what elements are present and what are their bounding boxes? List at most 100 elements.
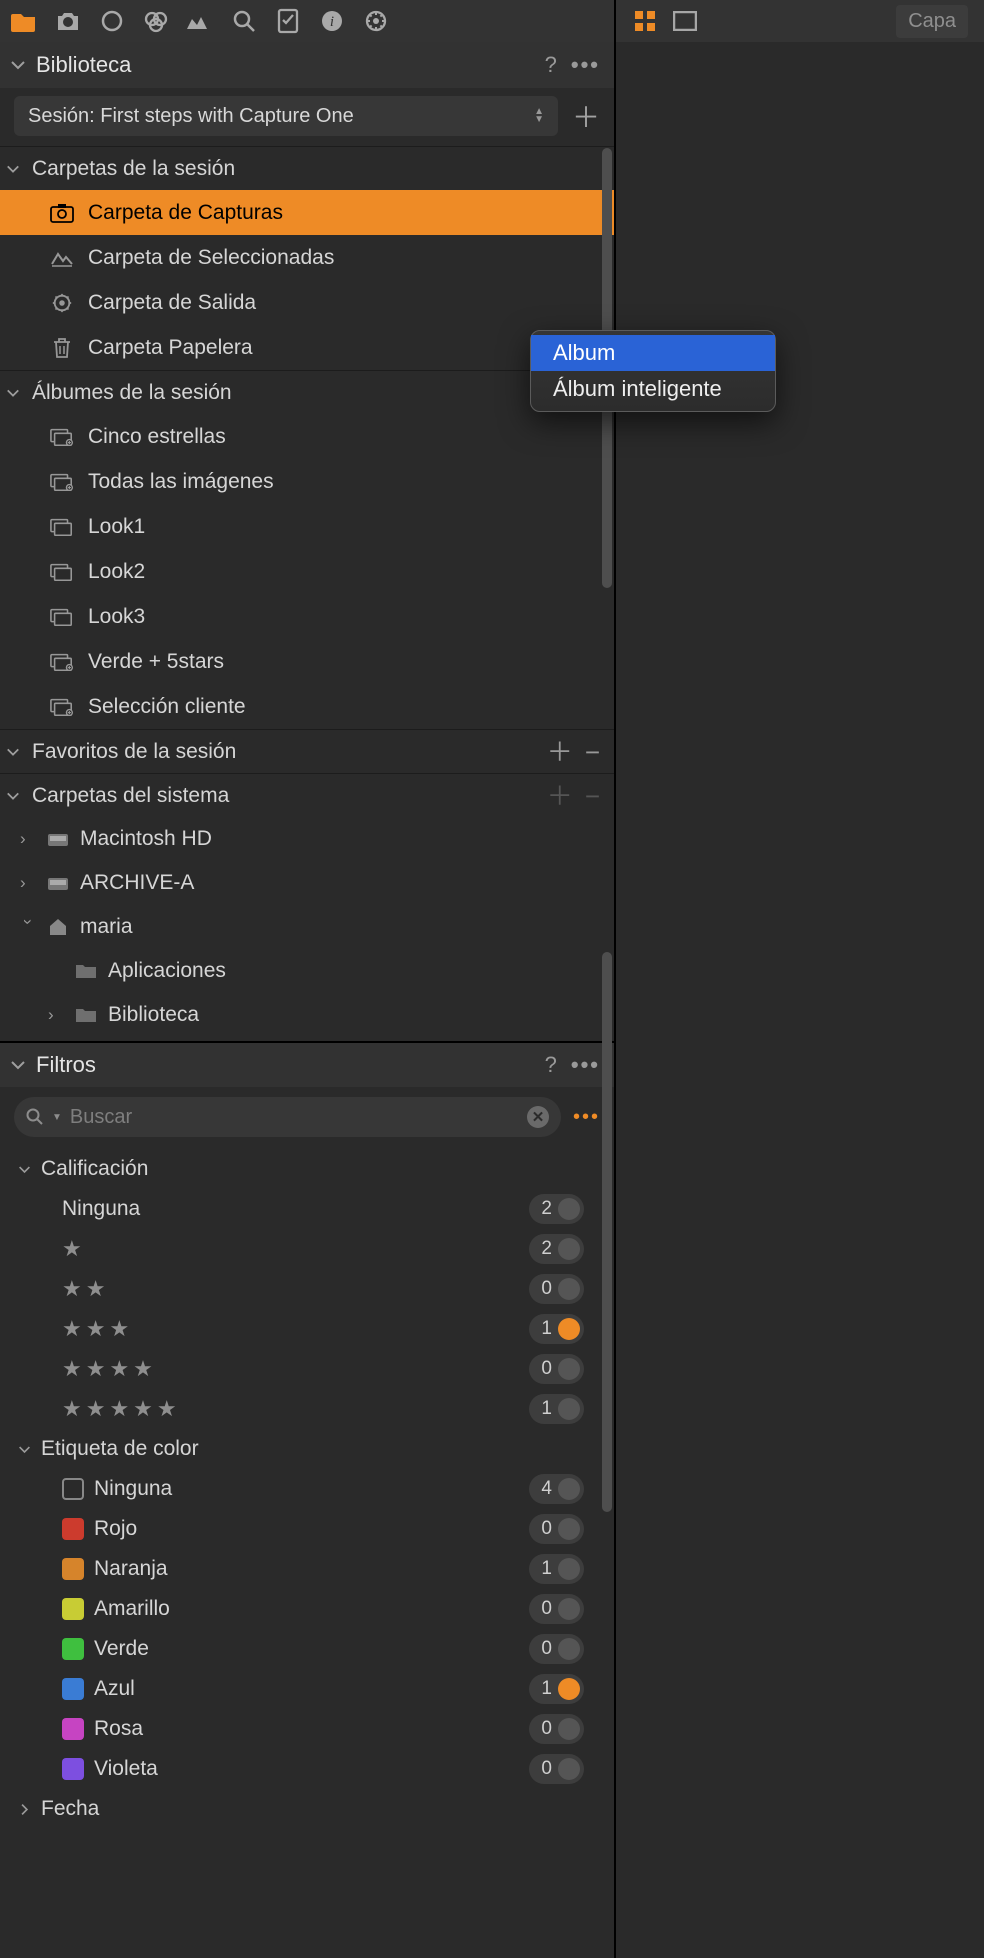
color-tag-filter-row[interactable]: Verde0 [0,1629,614,1669]
folder-label: ARCHIVE-A [80,871,194,895]
search-input[interactable] [70,1106,519,1129]
filter-toggle[interactable]: 0 [529,1634,584,1664]
filter-toggle[interactable]: 1 [529,1674,584,1704]
menu-item-smart-album[interactable]: Álbum inteligente [531,371,775,407]
session-album-item[interactable]: Look3 [0,594,614,639]
help-icon[interactable]: ? [545,1052,557,1078]
color-tag-filter-row[interactable]: Violeta0 [0,1749,614,1789]
add-favorite-button[interactable]: ＋ [547,739,573,765]
adjustments-tab-icon[interactable] [274,7,302,35]
color-tab-icon[interactable] [142,7,170,35]
scrollbar-filters[interactable] [602,952,612,1512]
filter-toggle[interactable]: 0 [529,1274,584,1304]
clear-search-button[interactable]: ✕ [527,1106,549,1128]
add-album-context-menu: Album Álbum inteligente [530,330,776,412]
filter-toggle[interactable]: 0 [529,1514,584,1544]
color-tag-label: Rojo [62,1517,517,1541]
metadata-tab-icon[interactable]: i [318,7,346,35]
single-view-icon[interactable] [672,8,698,34]
filter-toggle[interactable]: 2 [529,1194,584,1224]
rating-filter-row[interactable]: ★★★★★1 [0,1389,614,1429]
search-options-button[interactable]: ••• [573,1106,600,1129]
library-tab-icon[interactable] [10,7,38,35]
chevron-down-icon[interactable] [10,1057,26,1073]
capture-tab-icon[interactable] [54,7,82,35]
output-tab-icon[interactable] [362,7,390,35]
remove-favorite-button[interactable]: − [585,739,600,765]
chevron-down-icon[interactable]: › [18,919,38,935]
session-folder-capturas[interactable]: Carpeta de Capturas [0,190,614,235]
rating-filter-row[interactable]: Ninguna2 [0,1189,614,1229]
search-icon [26,1108,44,1126]
session-albums-header[interactable]: Álbumes de la sesión ＋ − [0,370,614,414]
search-field[interactable]: ▼ ✕ [14,1097,561,1137]
filter-toggle[interactable]: 0 [529,1714,584,1744]
chevron-right-icon[interactable]: › [20,829,36,849]
chevron-down-icon[interactable] [6,162,24,176]
details-tab-icon[interactable] [230,7,258,35]
session-album-item[interactable]: Look2 [0,549,614,594]
lens-tab-icon[interactable] [98,7,126,35]
exposure-tab-icon[interactable] [186,7,214,35]
rating-filter-header[interactable]: Calificación [0,1149,614,1189]
menu-item-album[interactable]: Album [531,335,775,371]
layer-selector[interactable]: Capa [896,5,968,38]
chevron-right-icon[interactable]: › [48,1005,64,1025]
session-album-item[interactable]: Selección cliente [0,684,614,729]
session-selector[interactable]: Sesión: First steps with Capture One ▲▼ [14,96,558,136]
album-label: Look3 [88,605,145,629]
chevron-down-icon[interactable] [6,789,24,803]
filter-toggle[interactable]: 2 [529,1234,584,1264]
session-folder-salida[interactable]: Carpeta de Salida [0,280,614,325]
rating-filter-row[interactable]: ★★★1 [0,1309,614,1349]
session-album-item[interactable]: Verde + 5stars [0,639,614,684]
help-icon[interactable]: ? [545,52,557,78]
sys-folder-macintosh-hd[interactable]: › Macintosh HD [0,817,614,861]
color-tag-filter-row[interactable]: Rojo 0 [0,1509,614,1549]
session-folder-seleccionadas[interactable]: Carpeta de Seleccionadas [0,235,614,280]
more-icon[interactable]: ••• [571,52,600,78]
sys-folder-archive-a[interactable]: › ARCHIVE-A [0,861,614,905]
filter-count: 1 [541,1558,552,1580]
remove-sys-folder-button[interactable]: − [585,783,600,809]
favorites-header[interactable]: Favoritos de la sesión ＋ − [0,729,614,773]
rating-filter-row[interactable]: ★★0 [0,1269,614,1309]
session-folders-header[interactable]: Carpetas de la sesión [0,146,614,190]
filter-toggle[interactable]: 1 [529,1394,584,1424]
filter-toggle[interactable]: 4 [529,1474,584,1504]
date-filter-header[interactable]: Fecha [0,1789,614,1829]
color-tag-filter-row[interactable]: Amarillo0 [0,1589,614,1629]
chevron-right-icon [18,1803,31,1816]
chevron-down-icon[interactable] [10,57,26,73]
session-album-item[interactable]: Cinco estrellas [0,414,614,459]
filter-toggle[interactable]: 0 [529,1594,584,1624]
session-album-item[interactable]: Todas las imágenes [0,459,614,504]
filter-toggle[interactable]: 1 [529,1314,584,1344]
chevron-right-icon[interactable]: › [20,873,36,893]
more-icon[interactable]: ••• [571,1052,600,1078]
search-caret-icon[interactable]: ▼ [52,1112,62,1123]
filter-toggle[interactable]: 0 [529,1354,584,1384]
color-swatch [62,1518,84,1540]
color-tag-filter-row[interactable]: Naranja1 [0,1549,614,1589]
filter-toggle[interactable]: 1 [529,1554,584,1584]
color-tag-filter-header[interactable]: Etiqueta de color [0,1429,614,1469]
rating-filter-row[interactable]: ★★★★0 [0,1349,614,1389]
color-tag-filter-row[interactable]: Azul1 [0,1669,614,1709]
rating-filter-row[interactable]: ★2 [0,1229,614,1269]
sys-folder-maria[interactable]: › maria [0,905,614,949]
color-tag-filter-row[interactable]: Rosa0 [0,1709,614,1749]
color-tag-filter-row[interactable]: Ninguna4 [0,1469,614,1509]
chevron-down-icon[interactable] [6,745,24,759]
sys-folder-biblioteca[interactable]: › Biblioteca [0,993,614,1037]
filter-toggle[interactable]: 0 [529,1754,584,1784]
sys-folder-aplicaciones[interactable]: Aplicaciones [0,949,614,993]
add-sys-folder-button[interactable]: ＋ [547,783,573,809]
grid-view-icon[interactable] [632,8,658,34]
add-session-button[interactable]: ＋ [572,96,600,136]
chevron-down-icon[interactable] [6,386,24,400]
system-folders-header[interactable]: Carpetas del sistema ＋ − [0,773,614,817]
session-folder-papelera[interactable]: Carpeta Papelera [0,325,614,370]
toggle-dot [558,1478,580,1500]
session-album-item[interactable]: Look1 [0,504,614,549]
